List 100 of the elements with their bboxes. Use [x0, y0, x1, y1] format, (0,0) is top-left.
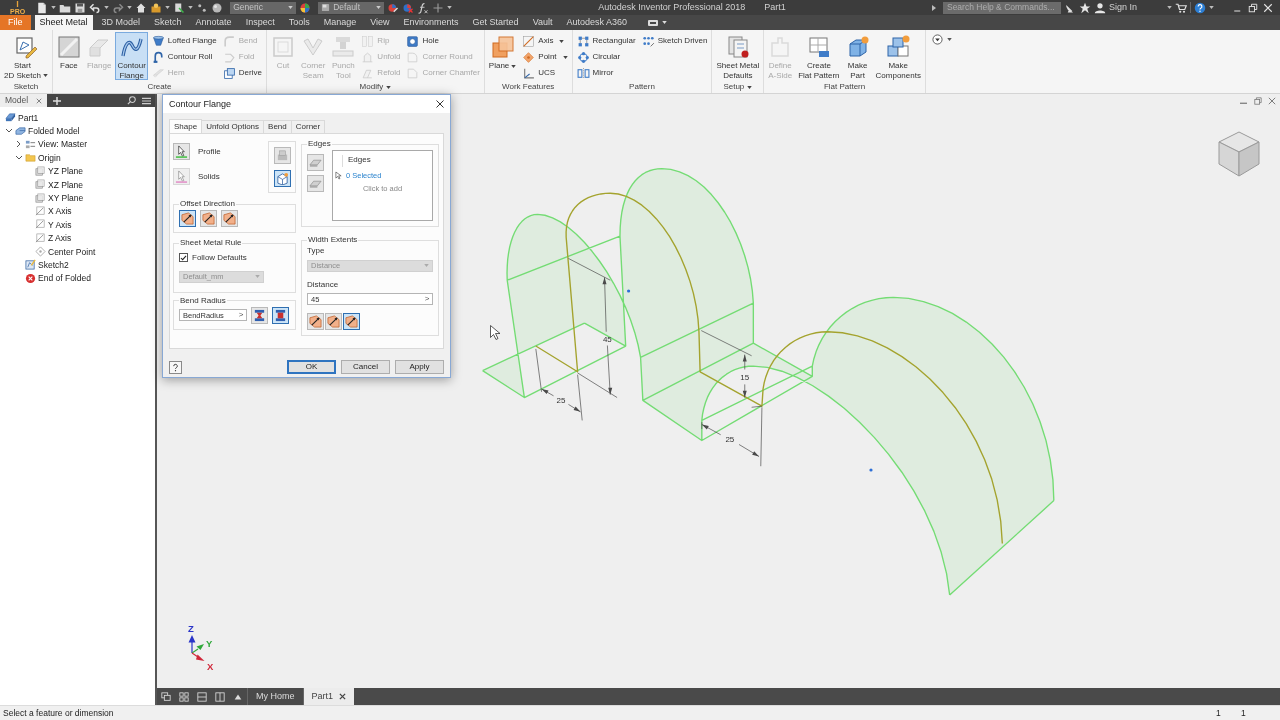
close-icon[interactable] [1262, 1, 1274, 14]
plus-icon[interactable] [432, 1, 445, 14]
vertical-split-icon[interactable] [215, 691, 225, 702]
help-button[interactable] [169, 360, 182, 374]
tree-item[interactable]: Folded Model [0, 124, 155, 138]
help-icon[interactable] [1194, 1, 1206, 14]
tree-item[interactable]: Center Point [0, 244, 155, 259]
expand-button[interactable]: > [236, 310, 246, 320]
tile-windows-icon[interactable] [179, 691, 189, 702]
ribbon-tab[interactable]: Annotate [190, 15, 237, 30]
tree-item[interactable]: End of Folded [0, 271, 155, 286]
close-icon[interactable] [339, 693, 347, 700]
ribbon-tab[interactable]: Autodesk A360 [561, 15, 633, 30]
tree-item[interactable]: Y Axis [0, 218, 155, 232]
ribbon-tool-button[interactable]: Sketch Driven [639, 33, 710, 49]
search-icon[interactable] [127, 96, 136, 105]
cart-icon[interactable] [1175, 1, 1187, 14]
right-triangle-icon[interactable] [931, 4, 936, 11]
cascade-windows-icon[interactable] [161, 691, 171, 702]
ribbon-tool-button[interactable]: Plane [486, 32, 519, 80]
caret-icon[interactable] [747, 85, 753, 89]
ribbon-tab[interactable]: Manage [318, 15, 362, 30]
tree-item[interactable]: XZ Plane [0, 177, 155, 192]
dialog-tab[interactable]: Corner [290, 120, 326, 133]
ribbon-tab[interactable]: Tools [283, 15, 315, 30]
panel-title[interactable]: Setup [723, 82, 745, 92]
ribbon-tool-button[interactable]: Contour Flange [115, 32, 148, 80]
ribbon-tool-button[interactable]: Contour Roll [149, 49, 219, 65]
undo-icon[interactable] [89, 1, 102, 14]
caret-icon[interactable] [51, 6, 57, 9]
dialog-button[interactable]: Cancel [341, 360, 390, 374]
ribbon-tool-button[interactable]: Face [54, 32, 83, 80]
dots-icon[interactable] [196, 1, 209, 14]
ribbon-tool-button[interactable]: Point [520, 49, 570, 65]
offset-direction-button[interactable] [179, 210, 196, 227]
bend-option-button[interactable] [272, 306, 289, 324]
dialog-button[interactable]: Apply [395, 360, 444, 374]
window-bar-icon[interactable] [648, 19, 659, 26]
star-icon[interactable] [1078, 1, 1091, 14]
sign-in-link[interactable]: Sign In [1108, 2, 1137, 13]
caret-icon[interactable] [1209, 6, 1214, 9]
tree-item[interactable]: Part1 [0, 111, 155, 125]
selector-button[interactable] [173, 143, 190, 160]
document-tab[interactable]: Part1 [302, 688, 355, 705]
ribbon-tab[interactable]: Environments [398, 15, 464, 30]
caret-icon[interactable] [386, 85, 392, 89]
ribbon-tool-button[interactable]: Start 2D Sketch [2, 32, 50, 80]
pie-pencil-icon[interactable] [387, 1, 400, 14]
tree-item[interactable]: X Axis [0, 204, 155, 219]
menu-icon[interactable] [142, 96, 151, 105]
caret-icon[interactable] [447, 6, 453, 9]
tree-item[interactable]: Z Axis [0, 231, 155, 245]
extent-direction-button[interactable] [307, 313, 324, 331]
redo-icon[interactable] [112, 1, 125, 14]
caret-icon[interactable] [127, 6, 133, 9]
tree-item[interactable]: XY Plane [0, 191, 155, 205]
caret-icon[interactable] [104, 6, 110, 9]
briefcase-icon[interactable] [150, 1, 163, 14]
user-icon[interactable] [1093, 1, 1106, 14]
extent-direction-button[interactable] [325, 313, 342, 331]
dialog-button[interactable]: OK [287, 360, 336, 374]
save-icon[interactable] [74, 1, 87, 14]
ribbon-tool-button[interactable]: Circular [574, 49, 638, 65]
dialog-tab[interactable]: Shape [169, 119, 203, 133]
checkbox[interactable] [179, 253, 188, 263]
browser-tab[interactable]: Model [0, 94, 48, 107]
ribbon-tool-button[interactable]: UCS [520, 65, 570, 81]
expand-button[interactable]: > [422, 294, 432, 304]
tree-item[interactable]: YZ Plane [0, 164, 155, 178]
ribbon-tab[interactable]: Sheet Metal [34, 15, 93, 30]
ribbon-tool-button[interactable]: Rectangular [574, 33, 638, 49]
new-document-icon[interactable] [36, 1, 49, 14]
panel-title[interactable]: Modify [359, 82, 384, 92]
offset-direction-button[interactable] [200, 210, 217, 227]
close-button[interactable] [436, 100, 444, 108]
ribbon-tool-button[interactable]: Sheet Metal Defaults [714, 32, 762, 80]
tree-item[interactable]: View: Master [0, 137, 155, 152]
caret-icon[interactable] [662, 21, 668, 24]
caret-icon[interactable] [1167, 6, 1172, 9]
quartered-circle-icon[interactable] [299, 1, 312, 14]
ribbon-tool-button[interactable]: Mirror [574, 65, 638, 81]
ribbon-tab[interactable]: View [365, 15, 395, 30]
home-icon[interactable] [135, 1, 148, 14]
restore-icon[interactable] [1247, 1, 1259, 14]
tree-item[interactable]: Origin [0, 151, 155, 165]
sphere-icon[interactable] [211, 1, 224, 14]
ribbon-tab[interactable]: Sketch [149, 15, 187, 30]
ribbon-tool-button[interactable]: Hole [404, 33, 482, 49]
caret-icon[interactable] [188, 6, 194, 9]
formula-icon[interactable] [417, 1, 430, 14]
bend-option-button[interactable] [251, 306, 268, 324]
extent-direction-button[interactable] [343, 313, 360, 331]
ribbon-tool-button[interactable]: Lofted Flange [149, 33, 219, 49]
tree-item[interactable]: Sketch2 [0, 258, 155, 272]
document-marker-icon[interactable] [173, 1, 186, 14]
offset-direction-button[interactable] [221, 210, 238, 227]
ribbon-tab[interactable]: Inspect [240, 15, 280, 30]
mode-button[interactable] [273, 170, 291, 187]
ribbon-tab[interactable]: 3D Model [96, 15, 146, 30]
ribbon-tool-button[interactable]: Derive [220, 65, 264, 81]
